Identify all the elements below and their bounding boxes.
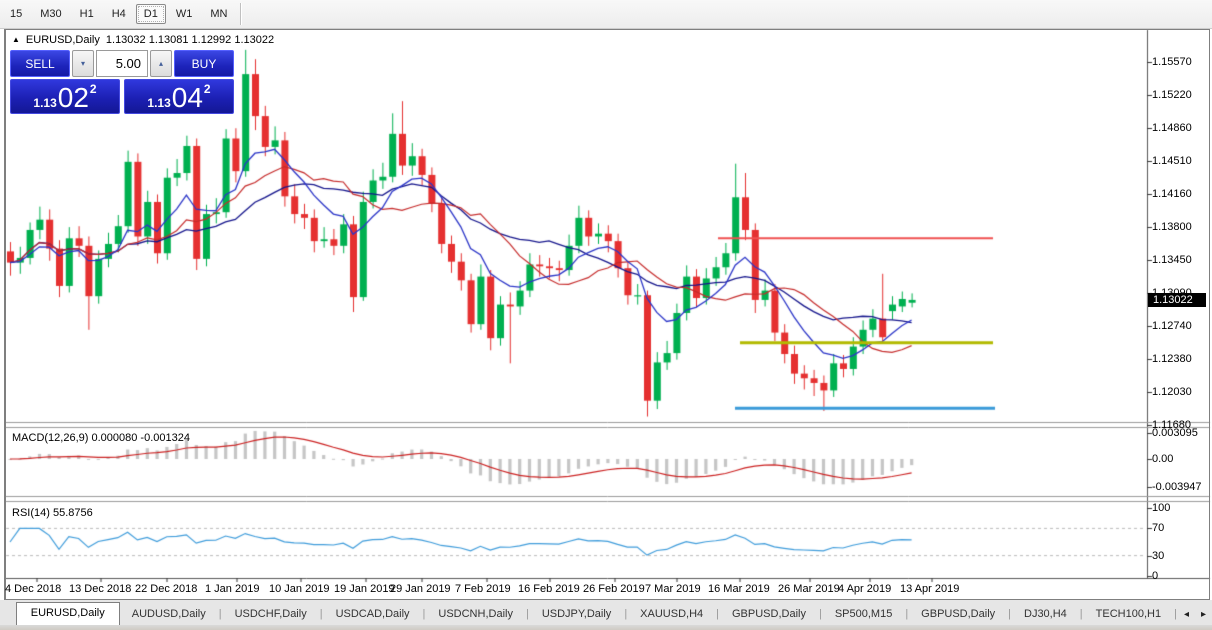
buy-price-pip-digit: 2 <box>203 82 211 96</box>
price-axis-label: 1.13450 <box>1152 254 1192 266</box>
price-axis-label: 1.13800 <box>1152 221 1192 233</box>
one-click-trading-panel: SELL ▾ 5.00 ▴ BUY 1.13 02 2 1.13 04 2 <box>10 50 234 114</box>
volume-input[interactable]: 5.00 <box>96 50 148 77</box>
status-bar-strip <box>0 625 1212 630</box>
trade-panel-toggle-icon[interactable]: ▲ <box>12 35 20 45</box>
price-axis-label: 1.12030 <box>1152 386 1192 398</box>
time-axis-label: 16 Feb 2019 <box>518 583 580 595</box>
price-axis-label: 1.15570 <box>1152 56 1192 68</box>
price-axis-label: 1.15220 <box>1152 89 1192 101</box>
tab-usdjpy-daily[interactable]: USDJPY,Daily <box>530 604 624 625</box>
buy-price-big-digits: 04 <box>171 82 203 113</box>
spinner-up-icon: ▴ <box>158 59 163 68</box>
tab-gbpusd-daily[interactable]: GBPUSD,Daily <box>909 604 1007 625</box>
buy-button[interactable]: BUY <box>174 50 234 77</box>
time-axis-label: 10 Jan 2019 <box>269 583 330 595</box>
sell-price-prefix: 1.13 <box>33 96 57 110</box>
tab-scroll-right-icon[interactable]: ▸ <box>1195 609 1212 625</box>
time-axis-label: 13 Apr 2019 <box>900 583 960 595</box>
tab-usdchf-daily[interactable]: USDCHF,Daily <box>223 604 319 625</box>
chart-ohlc-values: 1.13032 1.13081 1.12992 1.13022 <box>105 34 275 46</box>
rsi-axis-label: 30 <box>1152 550 1165 562</box>
tab-tech100-h1[interactable]: TECH100,H1 <box>1084 604 1173 625</box>
rsi-indicator-label: RSI(14) 55.8756 <box>12 507 93 519</box>
time-axis-label: 7 Feb 2019 <box>455 583 511 595</box>
tab-sp500-m15[interactable]: SP500,M15 <box>823 604 904 625</box>
tab-gbpusd-daily[interactable]: GBPUSD,Daily <box>720 604 818 625</box>
price-axis-label: 1.14860 <box>1152 122 1192 134</box>
tab-dj30-h4[interactable]: DJ30,H4 <box>1012 604 1079 625</box>
buy-price-display[interactable]: 1.13 04 2 <box>124 79 234 114</box>
chart-title: ▲ EURUSD,Daily 1.13032 1.13081 1.12992 1… <box>12 34 274 46</box>
macd-axis-label: -0.003947 <box>1152 481 1202 493</box>
sell-price-pip-digit: 2 <box>89 82 97 96</box>
time-axis-label: 13 Dec 2018 <box>69 583 132 595</box>
tab-audusd-daily[interactable]: AUDUSD,Daily <box>120 604 218 625</box>
time-axis-label: 26 Mar 2019 <box>778 583 840 595</box>
rsi-axis-label: 0 <box>1152 570 1159 582</box>
price-axis-label: 1.14160 <box>1152 188 1192 200</box>
volume-increase-button[interactable]: ▴ <box>150 50 172 77</box>
rsi-axis-label: 100 <box>1152 502 1171 514</box>
tab-xauusd-h4[interactable]: XAUUSD,H4 <box>628 604 715 625</box>
time-axis-label: 4 Apr 2019 <box>838 583 892 595</box>
time-axis-label: 7 Mar 2019 <box>645 583 701 595</box>
sell-price-display[interactable]: 1.13 02 2 <box>10 79 120 114</box>
time-axis-label: 26 Feb 2019 <box>583 583 645 595</box>
chart-symbol-label: EURUSD,Daily <box>25 34 100 46</box>
spinner-down-icon: ▾ <box>80 59 85 68</box>
macd-axis-label: 0.003095 <box>1152 427 1198 439</box>
macd-indicator-label: MACD(12,26,9) 0.000080 -0.001324 <box>12 432 190 444</box>
current-price-tag: 1.13022 <box>1148 293 1206 307</box>
price-axis-label: 1.12380 <box>1152 353 1192 365</box>
tab-usdcnh-daily[interactable]: USDCNH,Daily <box>426 604 525 625</box>
sell-button[interactable]: SELL <box>10 50 70 77</box>
time-axis-label: 16 Mar 2019 <box>708 583 770 595</box>
tab-scroll-left-icon[interactable]: ◂ <box>1178 609 1195 625</box>
symbol-tab-bar: EURUSD,Daily AUDUSD,Daily | USDCHF,Daily | US… <box>0 600 1212 625</box>
time-axis-label: 29 Jan 2019 <box>390 583 451 595</box>
price-axis-label: 1.14510 <box>1152 155 1192 167</box>
volume-decrease-button[interactable]: ▾ <box>72 50 94 77</box>
macd-axis-label: 0.00 <box>1152 453 1174 465</box>
symbol-tabs: EURUSD,Daily AUDUSD,Daily | USDCHF,Daily | US… <box>15 602 1173 625</box>
price-axis-label: 1.12740 <box>1152 320 1192 332</box>
time-axis-label: 22 Dec 2018 <box>135 583 198 595</box>
sell-price-big-digits: 02 <box>57 82 89 113</box>
trading-terminal: 15M30H1H4D1W1MN ▲ EURUSD,Daily 1.13032 1… <box>0 0 1212 630</box>
rsi-axis-label: 70 <box>1152 522 1165 534</box>
time-axis-label: 19 Jan 2019 <box>334 583 395 595</box>
time-axis-label: 4 Dec 2018 <box>5 583 62 595</box>
buy-price-prefix: 1.13 <box>147 96 171 110</box>
time-axis-label: 1 Jan 2019 <box>205 583 260 595</box>
tab-usdcad-daily[interactable]: USDCAD,Daily <box>324 604 422 625</box>
tab-eurusd-daily[interactable]: EURUSD,Daily <box>15 602 120 625</box>
